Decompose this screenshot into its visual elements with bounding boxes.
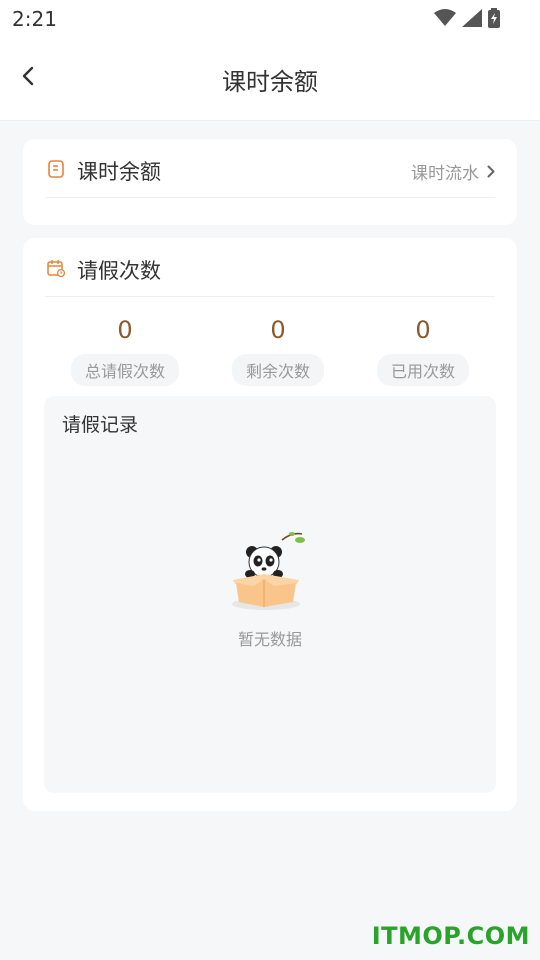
- leave-records-panel: 请假记录 暂无数据: [44, 396, 496, 793]
- watermark: ITMOP.COM: [371, 922, 530, 950]
- battery-icon: [488, 8, 500, 28]
- leave-stats: 0 总请假次数 0 剩余次数 0 已用次数: [23, 316, 517, 386]
- stat-label: 剩余次数: [231, 354, 324, 386]
- signal-icon: [462, 9, 482, 27]
- stat-value: 0: [415, 316, 431, 344]
- leave-card: 请假次数 0 总请假次数 0 剩余次数 0 已用次数 请假记录 暂无数据: [23, 238, 517, 811]
- wifi-icon: [434, 9, 456, 26]
- status-icons: [434, 8, 500, 28]
- stat-value: 0: [270, 316, 286, 344]
- empty-state: 暂无数据: [44, 528, 496, 650]
- balance-card: 课时余额 课时流水: [23, 139, 517, 225]
- leave-card-header: 请假次数: [45, 238, 495, 297]
- notebook-icon: [48, 160, 64, 178]
- chevron-right-icon: [487, 165, 495, 178]
- leave-card-title: 请假次数: [77, 259, 161, 283]
- stat-label: 总请假次数: [70, 354, 179, 386]
- panda-box-illustration: [232, 532, 305, 610]
- stat-label: 已用次数: [376, 354, 469, 386]
- status-bar: 2:21: [0, 0, 540, 36]
- stat-total-leave: 0 总请假次数: [45, 316, 205, 386]
- stat-remaining: 0 剩余次数: [198, 316, 358, 386]
- leave-records-title: 请假记录: [62, 414, 139, 436]
- balance-card-title: 课时余额: [77, 160, 161, 184]
- balance-card-header: 课时余额 课时流水: [45, 139, 495, 198]
- status-time: 2:21: [12, 7, 57, 31]
- stat-value: 0: [117, 316, 133, 344]
- page-title: 课时余额: [222, 68, 318, 96]
- lesson-flow-link[interactable]: 课时流水: [411, 159, 495, 184]
- lesson-flow-label: 课时流水: [411, 164, 479, 184]
- stat-used: 0 已用次数: [343, 316, 503, 386]
- calendar-icon: [47, 260, 65, 277]
- nav-bar: 课时余额: [0, 36, 540, 121]
- empty-state-text: 暂无数据: [237, 630, 302, 649]
